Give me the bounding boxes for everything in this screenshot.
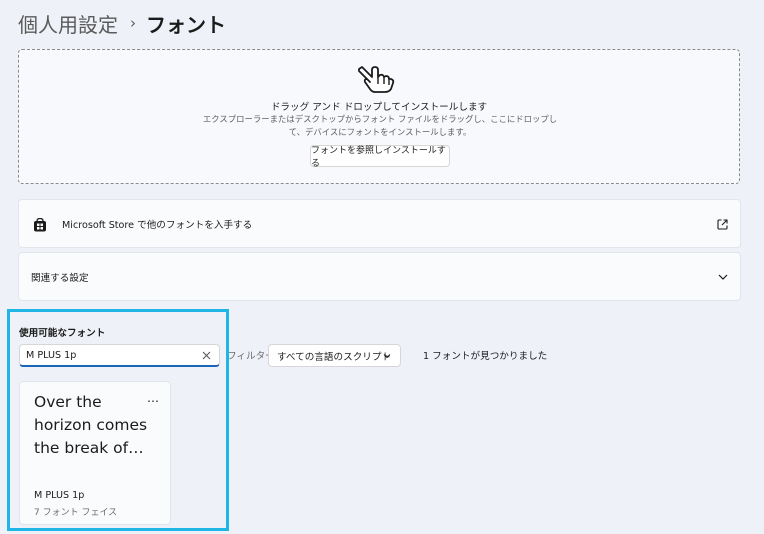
font-drop-zone[interactable]: ドラッグ アンド ドロップしてインストールします エクスプローラーまたはデスクト… [18,49,740,184]
page-title: フォント [146,12,226,37]
store-card-label: Microsoft Store で他のフォントを入手する [62,219,253,231]
script-filter-dropdown[interactable]: すべての言語のスクリプト [268,344,401,367]
filter-selected-value: すべての言語のスクリプト [277,352,392,363]
breadcrumb-parent[interactable]: 個人用設定 [18,9,118,38]
drop-zone-title: ドラッグ アンド ドロップしてインストールします [270,102,488,113]
microsoft-store-card[interactable]: Microsoft Store で他のフォントを入手する [18,199,741,248]
breadcrumb: 個人用設定 › フォント [18,9,226,37]
highlight-box [7,309,229,531]
related-settings-label: 関連する設定 [31,272,89,284]
chevron-down-icon [383,354,391,359]
result-count: 1 フォントが見つかりました [423,351,548,362]
browse-install-button[interactable]: フォントを参照しインストールする [310,145,450,169]
chevron-down-icon [718,274,728,280]
breadcrumb-separator: › [130,14,136,32]
external-link-icon [717,219,728,230]
store-icon [34,218,46,232]
related-settings-card[interactable]: 関連する設定 [18,252,741,301]
hand-pointer-icon [358,66,395,93]
drop-zone-description: エクスプローラーまたはデスクトップからフォント ファイルをドラッグし、ここにドロ… [202,114,558,137]
